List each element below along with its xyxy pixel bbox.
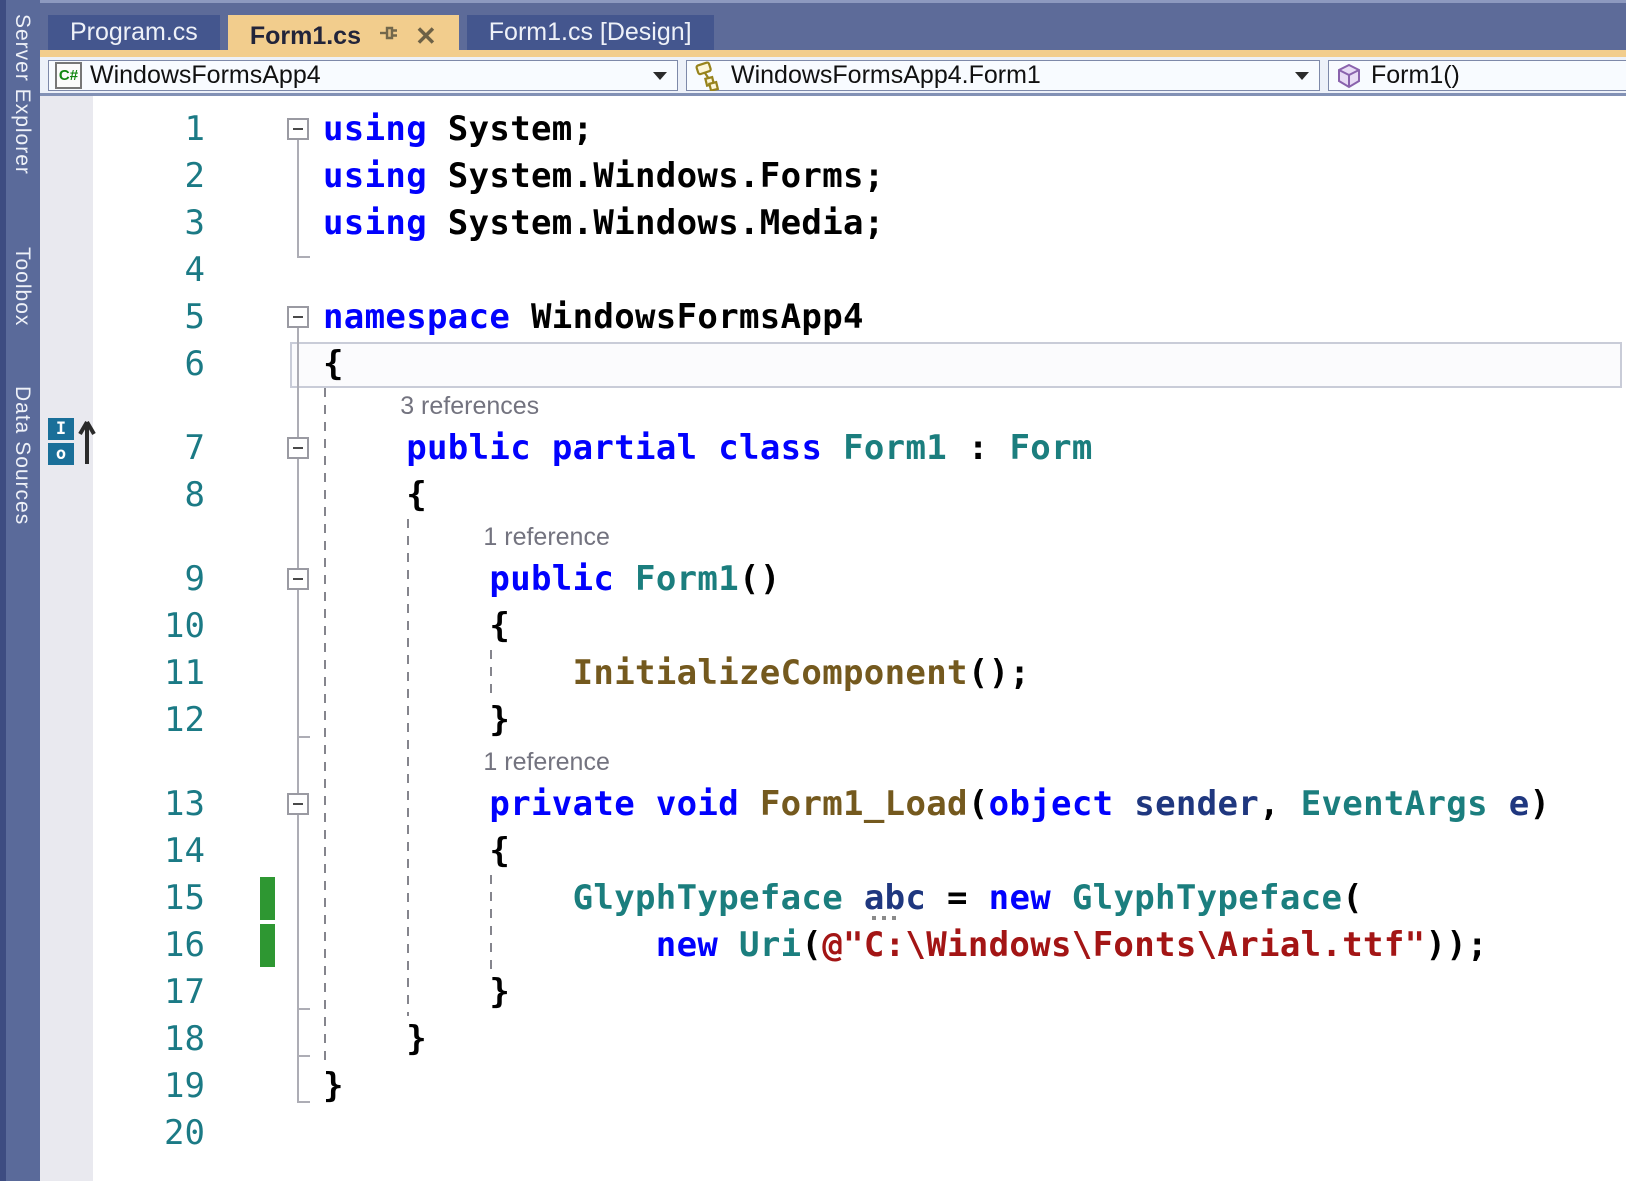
- code-line[interactable]: 11 InitializeComponent();: [40, 650, 1626, 697]
- tab-form1-cs-design[interactable]: Form1.cs [Design]: [466, 15, 714, 50]
- tab-label: Form1.cs [Design]: [488, 18, 692, 46]
- code-line[interactable]: 14 {: [40, 828, 1626, 875]
- code-line[interactable]: 10 {: [40, 603, 1626, 650]
- code-line[interactable]: 6{: [40, 341, 1626, 388]
- line-number: 3: [184, 203, 205, 243]
- codelens-references-link[interactable]: 3 references: [400, 392, 539, 421]
- code-text: namespace WindowsFormsApp4: [323, 297, 864, 337]
- class-icon: [693, 60, 723, 91]
- codelens-row: 1 reference: [40, 519, 1626, 556]
- code-text: }: [323, 1066, 344, 1106]
- codelens-references-link[interactable]: 1 reference: [483, 523, 609, 552]
- fold-collapse-button[interactable]: [287, 568, 309, 590]
- line-number: 12: [164, 700, 205, 740]
- code-line[interactable]: 18 }: [40, 1016, 1626, 1063]
- sidebar-item-data-sources[interactable]: Data Sources: [6, 386, 34, 525]
- project-dropdown[interactable]: C# WindowsFormsApp4: [48, 60, 678, 91]
- code-text: }: [323, 700, 511, 740]
- code-text: }: [323, 1019, 427, 1059]
- code-text: GlyphTypeface abc = new GlyphTypeface(: [572, 878, 1364, 918]
- code-line[interactable]: 20: [40, 1110, 1626, 1157]
- fold-collapse-button[interactable]: [287, 437, 309, 459]
- code-text: using System;: [323, 109, 594, 149]
- code-text: public Form1(): [489, 559, 781, 599]
- navigation-bar: C# WindowsFormsApp4 WindowsFormsApp4.For…: [40, 57, 1626, 96]
- line-number: 4: [184, 250, 205, 290]
- code-text: {: [323, 344, 344, 384]
- line-number: 20: [164, 1113, 205, 1153]
- line-number: 11: [164, 653, 205, 693]
- codelens-row: 3 references: [40, 388, 1626, 425]
- code-line[interactable]: 16 new Uri(@"C:\Windows\Fonts\Arial.ttf"…: [40, 922, 1626, 969]
- line-number: 6: [184, 344, 205, 384]
- code-text: }: [323, 972, 511, 1012]
- code-line[interactable]: 7 public partial class Form1 : Form: [40, 425, 1626, 472]
- code-line[interactable]: 3 using System.Windows.Media;: [40, 200, 1626, 247]
- code-editor[interactable]: I o 1 using System; 2 using System.Windows.…: [40, 96, 1626, 1181]
- code-line[interactable]: 1 using System;: [40, 106, 1626, 153]
- line-number: 15: [164, 878, 205, 918]
- code-text: using System.Windows.Media;: [323, 203, 885, 243]
- code-line[interactable]: 15 GlyphTypeface abc = new GlyphTypeface…: [40, 875, 1626, 922]
- code-line[interactable]: 12 }: [40, 697, 1626, 744]
- code-line[interactable]: 9 public Form1(): [40, 556, 1626, 603]
- line-number: 2: [184, 156, 205, 196]
- change-tracking-bar: [260, 877, 275, 920]
- line-number: 13: [164, 784, 205, 824]
- code-text: {: [323, 606, 511, 646]
- line-number: 9: [184, 559, 205, 599]
- code-text: {: [323, 831, 511, 871]
- line-number: 7: [184, 428, 205, 468]
- fold-collapse-button[interactable]: [287, 306, 309, 328]
- tab-label: Program.cs: [70, 18, 198, 46]
- line-number: 18: [164, 1019, 205, 1059]
- type-dropdown-value: WindowsFormsApp4.Form1: [731, 61, 1041, 89]
- pin-icon[interactable]: [375, 20, 401, 53]
- code-line[interactable]: 19}: [40, 1063, 1626, 1110]
- type-dropdown[interactable]: WindowsFormsApp4.Form1: [686, 60, 1320, 91]
- tab-form1-cs-active[interactable]: Form1.cs ✕: [227, 15, 459, 57]
- code-text: public partial class Form1 : Form: [406, 428, 1093, 468]
- sidebar-item-toolbox[interactable]: Toolbox: [6, 247, 34, 326]
- line-number: 19: [164, 1066, 205, 1106]
- method-icon: [1335, 62, 1363, 90]
- sidebar-item-server-explorer[interactable]: Server Explorer: [6, 14, 34, 175]
- code-lines-container: 1 using System; 2 using System.Windows.Form…: [40, 106, 1626, 1157]
- line-number: 8: [184, 475, 205, 515]
- chevron-down-icon[interactable]: [1295, 71, 1309, 80]
- code-text: using System.Windows.Forms;: [323, 156, 885, 196]
- tabstrip-top-highlight: [40, 0, 1626, 3]
- code-line[interactable]: 17 }: [40, 969, 1626, 1016]
- tab-label: Form1.cs: [249, 21, 361, 50]
- document-tab-strip: Program.cs Form1.cs ✕ Form1.cs [Design]: [40, 0, 1626, 57]
- member-dropdown-value: Form1(): [1371, 61, 1460, 89]
- member-dropdown[interactable]: Form1(): [1328, 60, 1626, 91]
- line-number: 5: [184, 297, 205, 337]
- code-text: new Uri(@"C:\Windows\Fonts\Arial.ttf"));: [655, 925, 1488, 965]
- tab-program-cs[interactable]: Program.cs: [48, 15, 220, 50]
- tool-window-sidebar: Server Explorer Toolbox Data Sources: [0, 0, 40, 1181]
- line-number: 16: [164, 925, 205, 965]
- line-number: 17: [164, 972, 205, 1012]
- project-dropdown-value: WindowsFormsApp4: [90, 61, 321, 89]
- csharp-project-icon: C#: [55, 62, 82, 89]
- code-line[interactable]: 8 {: [40, 472, 1626, 519]
- codelens-row: 1 reference: [40, 744, 1626, 781]
- codelens-references-link[interactable]: 1 reference: [483, 748, 609, 777]
- fold-collapse-button[interactable]: [287, 118, 309, 140]
- chevron-down-icon[interactable]: [653, 71, 667, 80]
- code-line[interactable]: 2 using System.Windows.Forms;: [40, 153, 1626, 200]
- code-line[interactable]: 4: [40, 247, 1626, 294]
- code-line[interactable]: 5 namespace WindowsFormsApp4: [40, 294, 1626, 341]
- change-tracking-bar: [260, 924, 275, 967]
- line-number: 1: [184, 109, 205, 149]
- code-text: {: [323, 475, 427, 515]
- code-line[interactable]: 13 private void Form1_Load(object sender…: [40, 781, 1626, 828]
- line-number: 10: [164, 606, 205, 646]
- code-text: InitializeComponent();: [572, 653, 1031, 693]
- fold-collapse-button[interactable]: [287, 793, 309, 815]
- code-text: private void Form1_Load(object sender, E…: [489, 784, 1551, 824]
- line-number: 14: [164, 831, 205, 871]
- close-icon[interactable]: ✕: [415, 23, 437, 49]
